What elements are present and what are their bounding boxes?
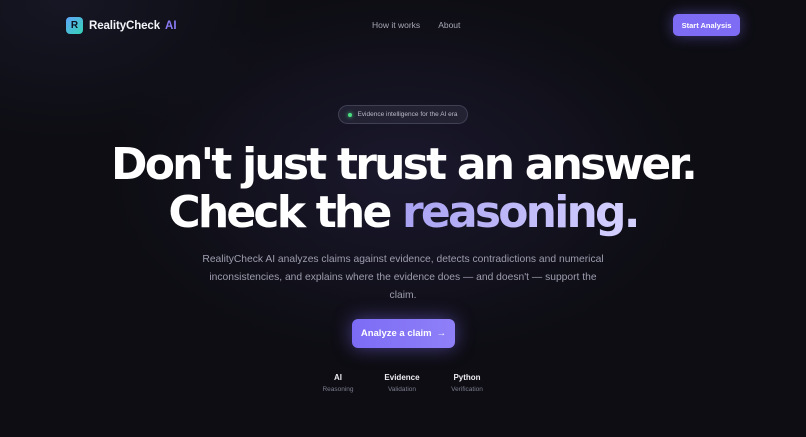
analyze-claim-label: Analyze a claim — [360, 328, 432, 339]
r-logo-icon: R — [66, 17, 83, 34]
nav-link-how-it-works[interactable]: How it works — [372, 20, 420, 30]
start-analysis-button[interactable]: Start Analysis — [673, 14, 740, 36]
hero-subtitle: RealityCheck AI analyzes claims against … — [202, 254, 604, 301]
status-dot-icon — [348, 112, 353, 117]
stat-subtitle: Reasoning — [322, 386, 354, 393]
top-nav: R RealityCheck AI How it works About Sta… — [0, 0, 806, 52]
stat-subtitle: Verification — [451, 386, 483, 393]
stat-title: Python — [453, 373, 481, 382]
stat-python: Python Verification — [432, 373, 502, 393]
hero-badge: Evidence intelligence for the AI era — [338, 105, 468, 124]
stat-subtitle: Validation — [387, 386, 417, 393]
brand-suffix: AI — [165, 19, 177, 32]
brand-name: RealityCheck — [89, 19, 161, 32]
stat-evidence: Evidence Validation — [367, 373, 437, 393]
headline-line-1: Don't just trust an answer. — [110, 139, 698, 190]
hero-badge-text: Evidence intelligence for the AI era — [357, 111, 458, 118]
headline-line-2: Check the reasoning. — [0, 188, 806, 238]
stat-ai: AI Reasoning — [303, 373, 373, 393]
headline-line-2-accent: reasoning. — [402, 187, 640, 238]
arrow-right-icon: → — [436, 328, 447, 339]
analyze-claim-button[interactable]: Analyze a claim → — [352, 319, 455, 348]
brand-logo[interactable]: R RealityCheck AI — [66, 17, 177, 34]
nav-links: How it works About — [372, 20, 460, 30]
nav-link-about[interactable]: About — [438, 20, 460, 30]
stat-title: AI — [334, 373, 342, 382]
headline-line-2-plain: Check the — [168, 187, 403, 238]
stat-title: Evidence — [384, 373, 420, 382]
feature-stats: AI Reasoning Evidence Validation Python … — [0, 373, 806, 403]
